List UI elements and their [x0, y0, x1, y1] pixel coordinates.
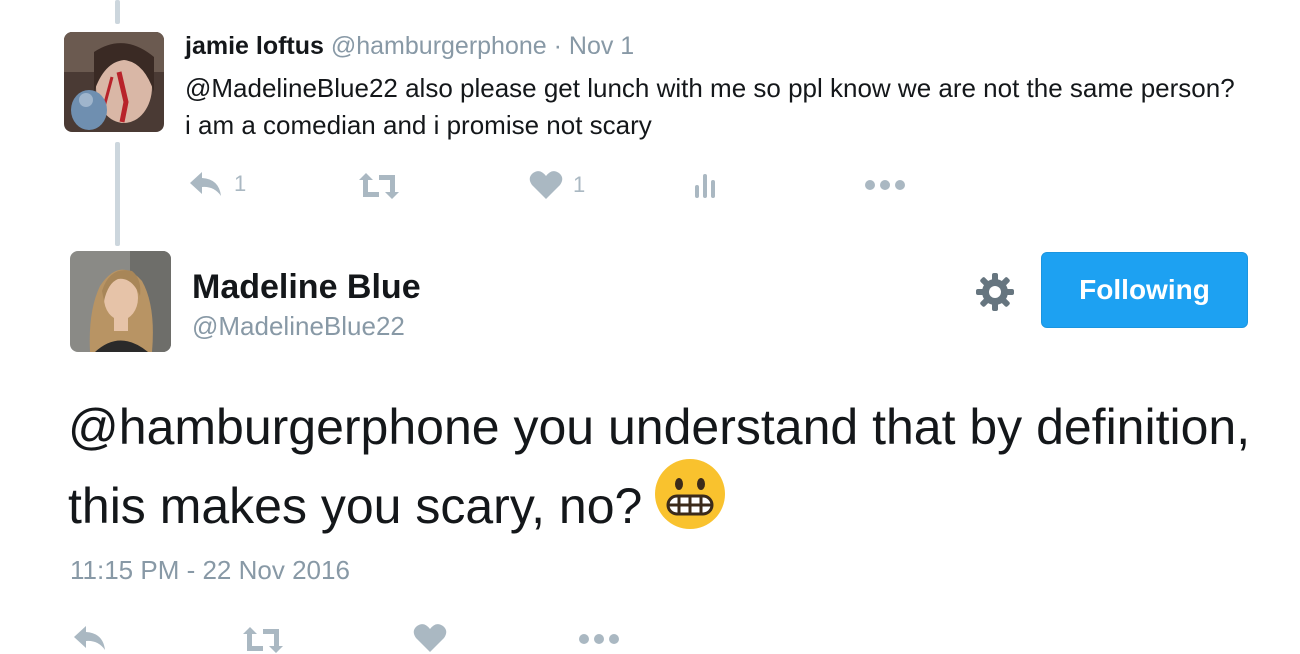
grimacing-face-icon [654, 458, 726, 550]
reply-like-count: 1 [573, 172, 586, 197]
reply-icon [188, 170, 224, 198]
reply-reply-count: 1 [234, 171, 247, 196]
more-icon [864, 178, 906, 192]
thread-line-top [115, 0, 120, 24]
retweet-icon [241, 626, 285, 654]
reply-date[interactable]: Nov 1 [569, 32, 634, 60]
following-button[interactable]: Following [1041, 252, 1248, 328]
more-icon [578, 632, 620, 646]
like-icon [529, 170, 563, 200]
reply-like-action[interactable]: 1 [529, 170, 585, 200]
reply-reply-action[interactable]: 1 [188, 170, 246, 198]
retweet-icon [357, 172, 401, 200]
reply-icon [72, 624, 108, 652]
main-avatar[interactable] [70, 251, 171, 352]
thread-line-middle [115, 142, 120, 246]
main-tweet-text: @hamburgerphone you understand that by d… [68, 390, 1268, 556]
main-author-name[interactable]: Madeline Blue [192, 268, 421, 307]
reply-retweet-action[interactable] [357, 172, 401, 200]
reply-analytics-action[interactable] [694, 171, 720, 199]
reply-header: jamie loftus @hamburgerphone · Nov 1 [185, 32, 634, 61]
main-like-action[interactable] [413, 623, 447, 653]
main-more-action[interactable] [578, 632, 620, 646]
reply-avatar[interactable] [64, 32, 164, 132]
reply-author-name[interactable]: jamie loftus [185, 32, 324, 60]
gear-icon[interactable] [974, 271, 1016, 318]
analytics-icon [694, 171, 720, 199]
reply-text: @MadelineBlue22 also please get lunch wi… [185, 73, 1235, 140]
main-timestamp[interactable]: 11:15 PM - 22 Nov 2016 [70, 555, 350, 586]
reply-author-handle[interactable]: @hamburgerphone [331, 32, 547, 60]
main-author-handle[interactable]: @MadelineBlue22 [192, 311, 405, 342]
main-reply-action[interactable] [72, 624, 108, 652]
reply-more-action[interactable] [864, 178, 906, 192]
reply-separator: · [546, 32, 569, 60]
main-retweet-action[interactable] [241, 626, 285, 654]
like-icon [413, 623, 447, 653]
